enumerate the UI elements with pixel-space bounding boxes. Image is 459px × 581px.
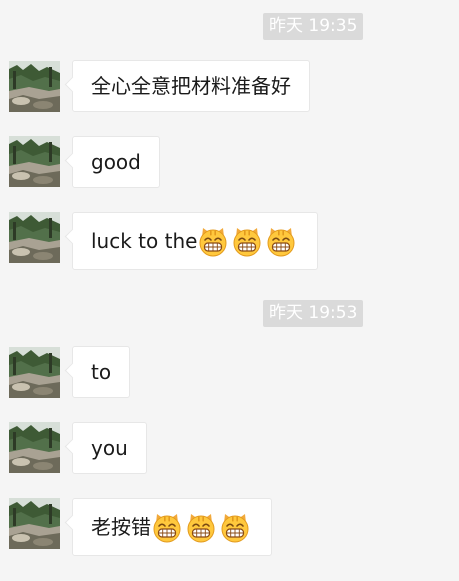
grinning-cat-emoji-icon [231, 225, 263, 257]
avatar[interactable] [9, 422, 60, 473]
grinning-cat-emoji-icon [265, 225, 297, 257]
landscape-photo-avatar-icon [9, 136, 60, 187]
message-bubble[interactable]: to [72, 346, 131, 398]
message-text: to [91, 360, 112, 384]
message-bubble[interactable]: you [72, 422, 147, 474]
message-text: you [91, 436, 128, 460]
message-bubble[interactable]: 老按错 [72, 498, 272, 556]
landscape-photo-avatar-icon [9, 61, 60, 112]
landscape-photo-avatar-icon [9, 212, 60, 263]
message-text: 老按错 [91, 515, 151, 539]
grinning-cat-emoji-icon [151, 511, 183, 543]
message-text: luck to the [91, 229, 198, 253]
message-bubble[interactable]: good [72, 136, 160, 188]
grinning-cat-emoji-icon [197, 225, 229, 257]
grinning-cat-emoji-icon [219, 511, 251, 543]
avatar[interactable] [9, 61, 60, 112]
message-bubble[interactable]: luck to the [72, 212, 319, 270]
avatar[interactable] [9, 347, 60, 398]
message-text: good [91, 150, 141, 174]
timestamp: 昨天 19:35 [263, 13, 364, 40]
grinning-cat-emoji-icon [185, 511, 217, 543]
landscape-photo-avatar-icon [9, 498, 60, 549]
avatar[interactable] [9, 498, 60, 549]
avatar[interactable] [9, 212, 60, 263]
timestamp: 昨天 19:53 [263, 300, 364, 327]
landscape-photo-avatar-icon [9, 347, 60, 398]
message-text: 全心全意把材料准备好 [91, 74, 291, 98]
message-bubble[interactable]: 全心全意把材料准备好 [72, 60, 310, 112]
landscape-photo-avatar-icon [9, 422, 60, 473]
avatar[interactable] [9, 136, 60, 187]
